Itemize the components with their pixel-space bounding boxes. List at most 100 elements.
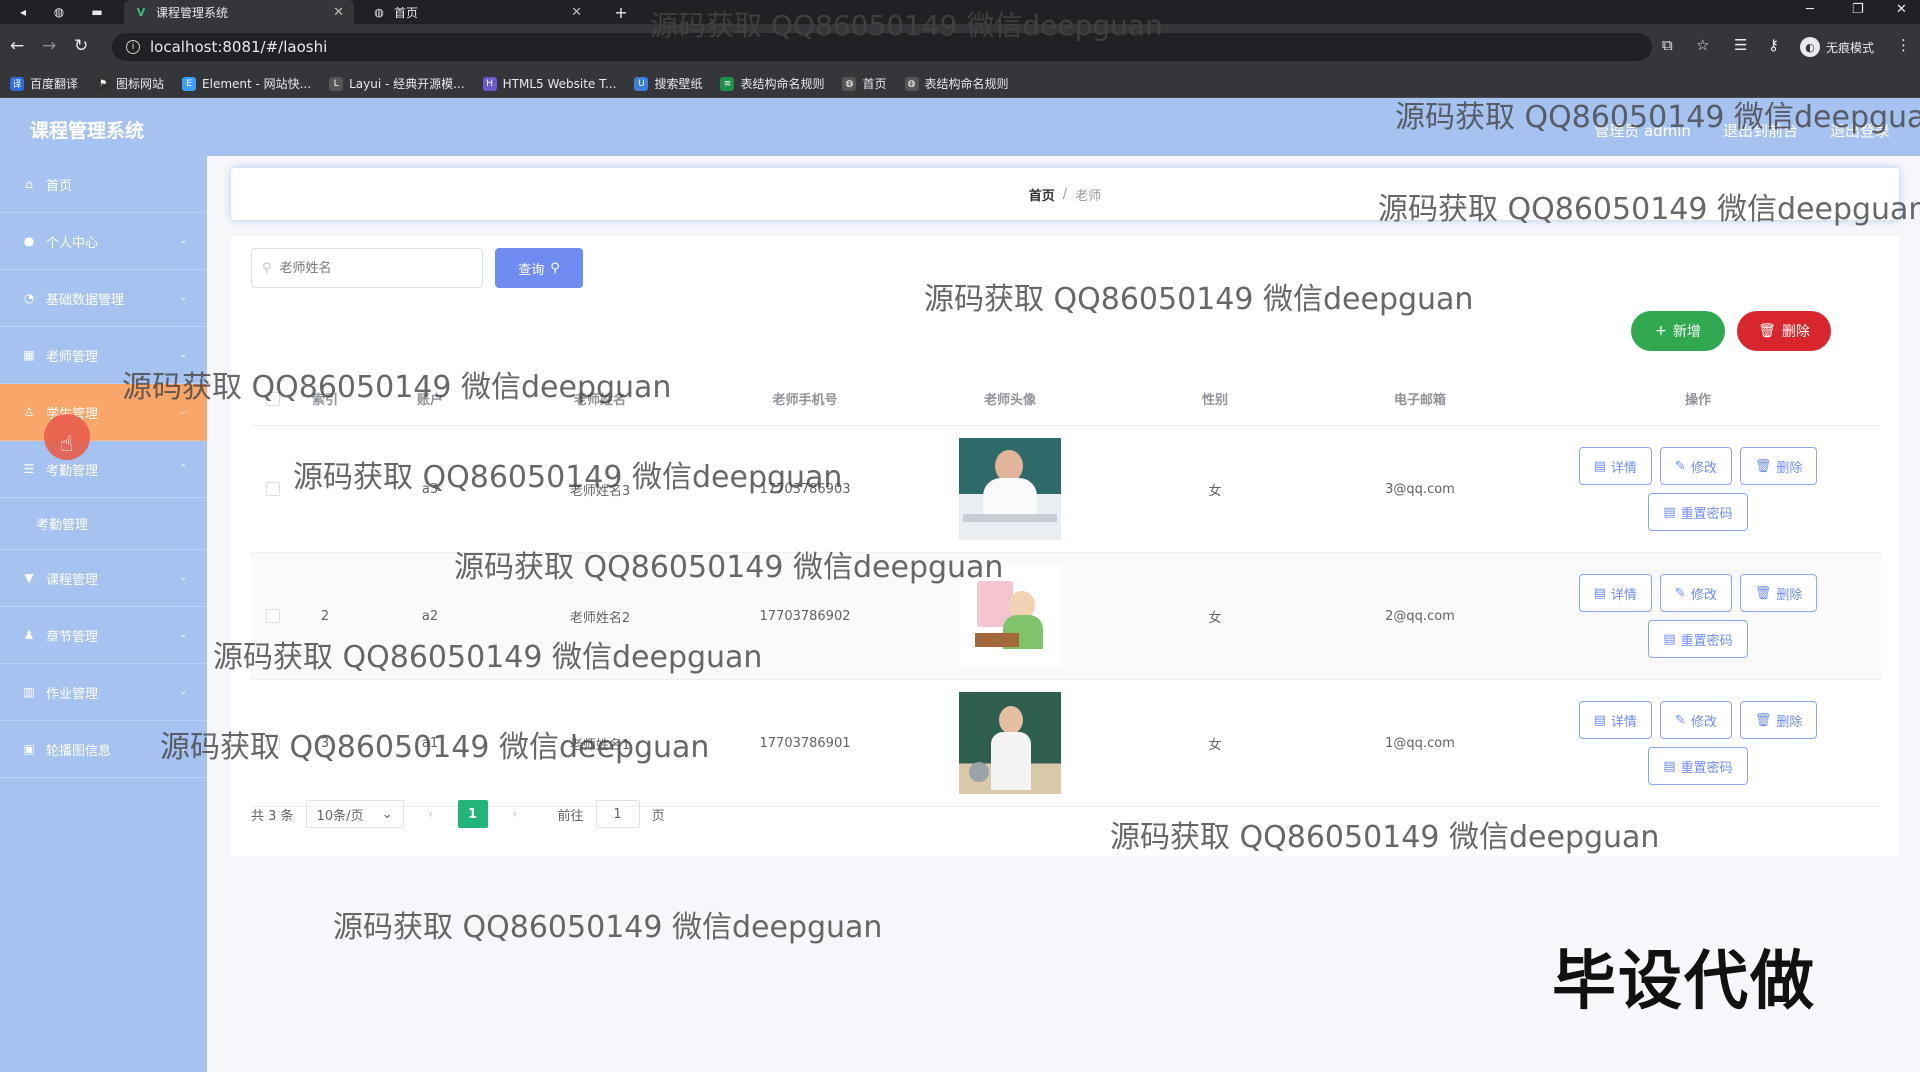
prev-page-button[interactable]: ‹ bbox=[416, 800, 446, 828]
globe-icon[interactable]: ◍ bbox=[50, 3, 68, 21]
row-checkbox[interactable] bbox=[266, 482, 280, 496]
detail-button[interactable]: ▤ 详情 bbox=[1578, 574, 1652, 612]
sidebar-item-carousel[interactable]: ▣ 轮播图信息 ⌄ bbox=[0, 721, 207, 778]
breadcrumb-home[interactable]: 首页 bbox=[1029, 185, 1055, 204]
bookmark[interactable]: U 搜索壁纸 bbox=[634, 75, 702, 92]
sidebar-item-basic-data[interactable]: ◔ 基础数据管理 ⌄ bbox=[0, 270, 207, 327]
row-checkbox[interactable] bbox=[266, 609, 280, 623]
teacher-name-search-input[interactable] bbox=[279, 260, 470, 276]
close-icon[interactable]: ✕ bbox=[571, 5, 582, 20]
cell-phone: 17703786902 bbox=[759, 608, 851, 624]
cell-index: 2 bbox=[320, 608, 330, 624]
pencil-icon: ✎ bbox=[1674, 712, 1686, 728]
header-phone: 老师手机号 bbox=[772, 393, 838, 408]
sidebar-item-chapter[interactable]: ♟ 章节管理 ⌄ bbox=[0, 607, 207, 664]
bookmark[interactable]: ⚑ 图标网站 bbox=[96, 75, 164, 92]
menu-icon[interactable]: ⋮ bbox=[1896, 36, 1911, 54]
cell-email: 2@qq.com bbox=[1385, 608, 1455, 624]
table-row: 3 a1 老师姓名1 17703786901 女 1@qq.com ▤ 详情 ✎… bbox=[251, 680, 1881, 807]
pencil-icon: ✎ bbox=[1674, 585, 1686, 601]
edit-button[interactable]: ✎ 修改 bbox=[1659, 701, 1732, 739]
bookmark[interactable]: ◍ 表结构命名规则 bbox=[904, 75, 1009, 92]
key-icon[interactable]: ⚷ bbox=[1768, 36, 1779, 54]
query-button[interactable]: 查询 ⚲ bbox=[495, 248, 583, 288]
delete-button[interactable]: 🗑 删除 bbox=[1739, 574, 1818, 612]
trash-icon: 🗑 bbox=[1754, 458, 1772, 474]
sidebar-item-teacher[interactable]: ▦ 老师管理 ⌄ bbox=[0, 327, 207, 384]
new-tab-icon[interactable]: + bbox=[612, 3, 630, 22]
reset-password-button[interactable]: ▤ 重置密码 bbox=[1648, 747, 1748, 785]
add-button[interactable]: + 新增 bbox=[1631, 311, 1725, 351]
page-size-select[interactable]: 10条/页 ⌄ bbox=[305, 800, 404, 828]
close-icon[interactable]: ✕ bbox=[333, 5, 344, 20]
restore-icon[interactable]: ❐ bbox=[1852, 2, 1864, 17]
page-number-current[interactable]: 1 bbox=[457, 800, 488, 828]
back-icon[interactable]: ← bbox=[10, 36, 24, 56]
course-icon: ▼ bbox=[24, 571, 34, 585]
document-icon: ▤ bbox=[1663, 504, 1676, 520]
bookmark[interactable]: ◍ 首页 bbox=[842, 75, 887, 92]
delete-button[interactable]: 🗑 删除 bbox=[1739, 701, 1818, 739]
sheet-icon: ≡ bbox=[720, 76, 735, 91]
url-field[interactable]: i localhost:8081/#/laoshi bbox=[112, 33, 1652, 61]
sidebar-item-profile[interactable]: ● 个人中心 ⌄ bbox=[0, 213, 207, 270]
edit-button[interactable]: ✎ 修改 bbox=[1659, 447, 1732, 485]
cell-account: a2 bbox=[421, 608, 439, 624]
sidebar-item-course[interactable]: ▼ 课程管理 ⌄ bbox=[0, 550, 207, 607]
window-icon[interactable]: ▬ bbox=[88, 3, 106, 21]
sidebar-item-homework[interactable]: ▥ 作业管理 ⌄ bbox=[0, 664, 207, 721]
batch-delete-button[interactable]: 🗑 删除 bbox=[1737, 311, 1831, 351]
sidebar-item-attendance[interactable]: ☰ 考勤管理 ⌃ bbox=[0, 441, 207, 498]
sidebar-item-student[interactable]: ♙学生管理⌄ bbox=[0, 384, 207, 441]
minimize-icon[interactable]: ─ bbox=[1806, 2, 1814, 17]
row-checkbox[interactable] bbox=[266, 736, 280, 750]
cell-name: 老师姓名1 bbox=[569, 737, 631, 753]
next-page-button[interactable]: › bbox=[500, 800, 530, 828]
pencil-icon: ✎ bbox=[1674, 458, 1686, 474]
bookmark[interactable]: H HTML5 Website T... bbox=[482, 76, 616, 91]
bookmark[interactable]: E Element - 网站快... bbox=[182, 75, 311, 92]
bookmarks-bar: 译百度翻译 ⚑ 图标网站 E Element - 网站快... L Layui - 经… bbox=[0, 70, 1920, 98]
reset-password-button[interactable]: ▤ 重置密码 bbox=[1648, 620, 1748, 658]
reload-icon[interactable]: ↻ bbox=[74, 36, 88, 56]
exit-to-frontend-link[interactable]: 退出到前台 bbox=[1723, 120, 1798, 141]
teacher-avatar-image[interactable] bbox=[959, 565, 1061, 667]
teacher-table: 索引 账户 老师姓名 老师手机号 老师头像 性别 电子邮箱 操作 a3 老师姓名… bbox=[251, 372, 1881, 807]
detail-button[interactable]: ▤ 详情 bbox=[1578, 447, 1652, 485]
logout-link[interactable]: 退出登录 bbox=[1830, 120, 1890, 141]
table-row: a3 老师姓名3 17703786903 女 3@qq.com ▤ 详情 ✎ 修改 bbox=[251, 426, 1881, 553]
translate-icon[interactable]: ⧉ bbox=[1662, 36, 1673, 54]
forward-icon[interactable]: → bbox=[42, 36, 56, 56]
select-all-checkbox[interactable] bbox=[266, 391, 280, 406]
edit-button[interactable]: ✎ 修改 bbox=[1659, 574, 1732, 612]
reset-password-button[interactable]: ▤ 重置密码 bbox=[1648, 493, 1748, 531]
data-icon: ◔ bbox=[23, 291, 35, 305]
detail-button[interactable]: ▤ 详情 bbox=[1578, 701, 1652, 739]
chevron-down-icon: ⌄ bbox=[179, 687, 187, 697]
incognito-badge[interactable]: ◐ 无痕模式 bbox=[1800, 37, 1874, 57]
info-icon[interactable]: i bbox=[126, 40, 140, 54]
cell-name: 老师姓名2 bbox=[569, 610, 631, 626]
chevron-down-icon: ⌄ bbox=[381, 806, 393, 822]
teacher-avatar-image[interactable] bbox=[959, 692, 1061, 794]
close-window-icon[interactable]: ✕ bbox=[1896, 2, 1907, 17]
sidebar-item-home[interactable]: ⌂ 首页 bbox=[0, 156, 207, 213]
browser-tab-active[interactable]: V 课程管理系统 ✕ bbox=[124, 0, 354, 24]
cell-photo bbox=[915, 692, 1105, 794]
chevron-down-icon: ⌄ bbox=[179, 236, 187, 246]
sidebar-subitem-attendance[interactable]: 考勤管理 bbox=[0, 498, 207, 550]
app-title: 课程管理系统 bbox=[30, 120, 145, 142]
cell-phone: 17703786901 bbox=[759, 735, 851, 751]
chevron-down-icon: ⌄ bbox=[179, 630, 187, 640]
star-icon[interactable]: ☆ bbox=[1696, 36, 1709, 54]
goto-page-input[interactable]: 1 bbox=[595, 800, 640, 828]
bookmark[interactable]: 译百度翻译 bbox=[10, 75, 78, 92]
reading-list-icon[interactable]: ☰ bbox=[1734, 36, 1747, 54]
browser-tab[interactable]: ◍ 首页 ✕ bbox=[362, 0, 592, 24]
bookmark[interactable]: L Layui - 经典开源模... bbox=[329, 75, 465, 92]
bookmark[interactable]: ≡ 表结构命名规则 bbox=[720, 75, 824, 92]
delete-button[interactable]: 🗑 删除 bbox=[1739, 447, 1818, 485]
search-icon: ⚲ bbox=[262, 260, 272, 276]
audio-icon[interactable]: ◂ bbox=[14, 3, 32, 21]
teacher-avatar-image[interactable] bbox=[959, 438, 1061, 540]
